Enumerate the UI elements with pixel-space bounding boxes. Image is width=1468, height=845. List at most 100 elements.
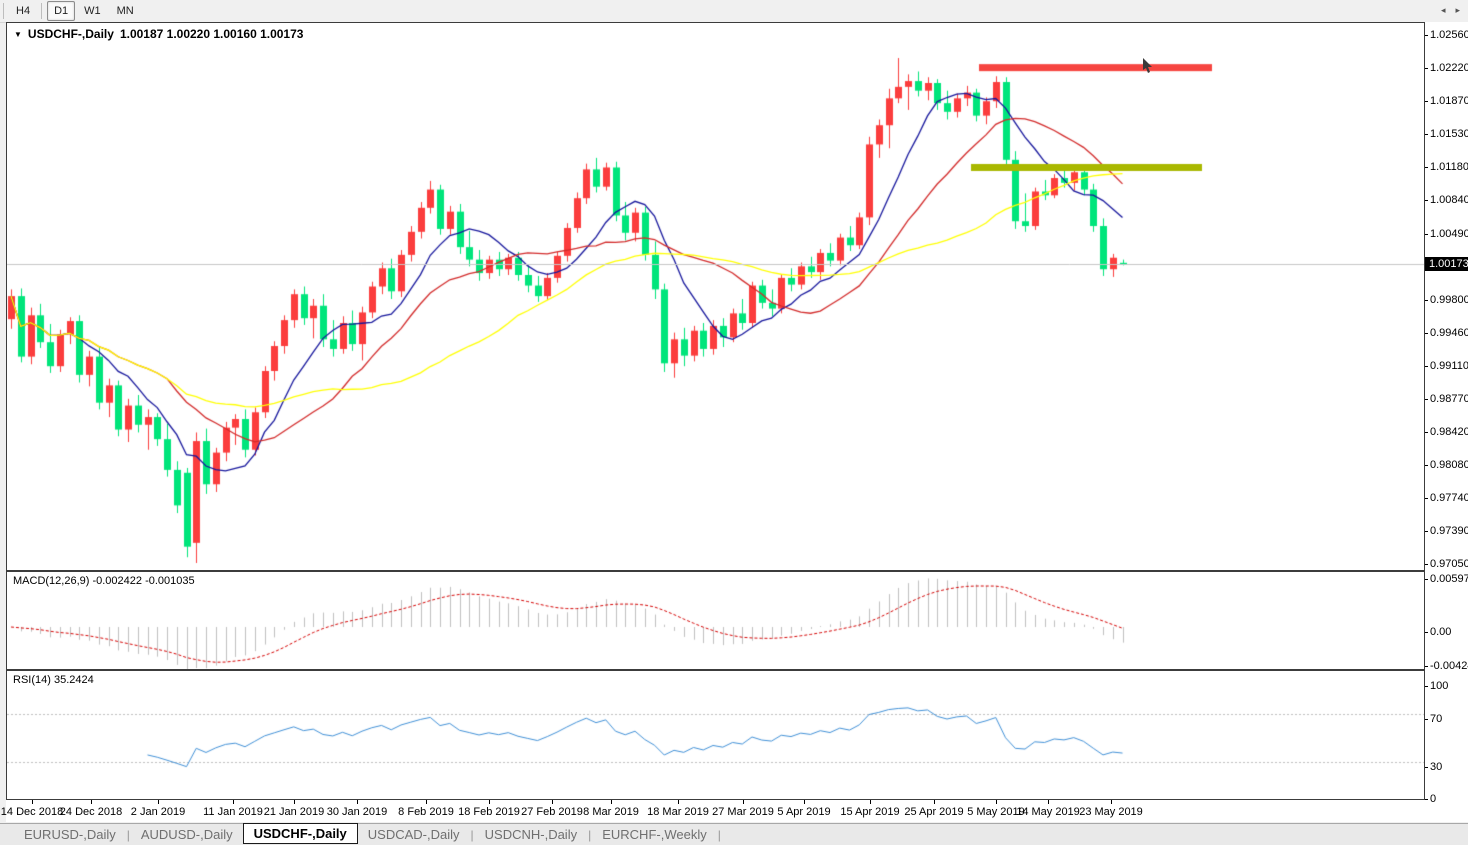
date-tick-mark [678,800,679,804]
price-tick-mark [1425,68,1428,69]
chart-tab-bar: EURUSD-,Daily | AUDUSD-,DailyUSDCHF-,Daily… [0,823,1468,845]
price-tick-label: 0.97050 [1430,558,1468,570]
price-tick-mark [1425,167,1428,168]
date-tick-label: 14 Dec 2018 [1,806,63,818]
price-tick-mark [1425,101,1428,102]
date-tick-mark [32,800,33,804]
price-tick-mark [1425,366,1428,367]
price-tick-mark [1425,564,1428,565]
date-tick-label: 8 Feb 2019 [398,806,454,818]
macd-panel: MACD(12,26,9) -0.002422 -0.001035 [6,571,1425,670]
price-tick-label: 1.02560 [1430,29,1468,41]
macd-tick-mark [1425,579,1428,580]
date-tick-mark [357,800,358,804]
macd-canvas[interactable] [7,572,1424,669]
price-tick-label: 1.00490 [1430,228,1468,240]
price-axis[interactable]: 1.00173 1.025601.022201.018701.015301.01… [1425,22,1468,800]
date-tick-mark [233,800,234,804]
date-tick-mark [294,800,295,804]
date-tick-mark [489,800,490,804]
timeframe-button-d1[interactable]: D1 [47,1,75,21]
price-tick-label: 0.97740 [1430,492,1468,504]
macd-tick-label: 0.00597 [1430,573,1468,585]
date-tick-label: 24 Dec 2018 [60,806,122,818]
collapse-indicator-icon[interactable]: ▼ [14,30,22,39]
tab-audusd-daily[interactable]: AUDUSD-,Daily [131,826,243,843]
price-tick-mark [1425,200,1428,201]
tab-scroll-left-icon[interactable]: ◂ [1441,5,1446,16]
date-tick-label: 14 May 2019 [1016,806,1080,818]
price-tick-mark [1425,432,1428,433]
chart-window: ▼ USDCHF-,Daily 1.00187 1.00220 1.00160 … [6,22,1468,822]
current-price-tag: 1.00173 [1425,257,1468,271]
date-tick-label: 21 Jan 2019 [264,806,325,818]
date-tick-mark [158,800,159,804]
price-chart-panel: ▼ USDCHF-,Daily 1.00187 1.00220 1.00160 … [6,22,1425,571]
rsi-panel: RSI(14) 35.2424 [6,670,1425,800]
tab-scroll-right-icon[interactable]: ▸ [1455,5,1460,16]
timeframe-toolbar: H4 D1W1MN [0,0,1468,23]
ohlc-values: 1.00187 1.00220 1.00160 1.00173 [120,27,304,41]
date-tick-mark [934,800,935,804]
chart-title: ▼ USDCHF-,Daily 1.00187 1.00220 1.00160 … [14,27,303,41]
price-tick-label: 0.99110 [1430,360,1468,372]
toolbar-separator [41,3,42,19]
date-axis[interactable]: 14 Dec 201824 Dec 20182 Jan 201911 Jan 2… [6,800,1425,822]
price-tick-label: 1.01530 [1430,128,1468,140]
price-tick-label: 0.98770 [1430,393,1468,405]
date-tick-mark [870,800,871,804]
tab-eurchf-weekly[interactable]: EURCHF-,Weekly [592,826,717,843]
timeframe-button-w1[interactable]: W1 [77,1,108,21]
timeframe-button-h4[interactable]: H4 [9,1,37,21]
date-tick-label: 27 Feb 2019 [521,806,583,818]
macd-tick-mark [1425,632,1428,633]
tab-usdcnh-daily[interactable]: USDCNH-,Daily [475,826,587,843]
date-tick-label: 23 May 2019 [1079,806,1143,818]
rsi-tick-label: 30 [1430,761,1442,773]
date-tick-label: 15 Apr 2019 [840,806,899,818]
price-tick-mark [1425,234,1428,235]
date-tick-mark [91,800,92,804]
tab-usdchf-daily[interactable]: USDCHF-,Daily [243,823,358,844]
price-tick-mark [1425,399,1428,400]
rsi-tick-label: 0 [1430,793,1436,805]
symbol-timeframe-label: USDCHF-,Daily [28,27,114,41]
rsi-tick-label: 100 [1430,680,1448,692]
rsi-tick-mark [1425,686,1428,687]
date-tick-label: 11 Jan 2019 [203,806,263,818]
date-tick-mark [426,800,427,804]
date-tick-mark [1048,800,1049,804]
date-tick-mark [996,800,997,804]
price-tick-mark [1425,531,1428,532]
date-tick-label: 18 Mar 2019 [647,806,709,818]
price-tick-label: 0.99800 [1430,294,1468,306]
mt4-window: H4 D1W1MN ▼ USDCHF-,Daily 1.00187 1.00220… [0,0,1468,845]
macd-tick-label: 0.00 [1430,626,1451,638]
date-tick-mark [804,800,805,804]
price-tick-mark [1425,300,1428,301]
date-tick-mark [611,800,612,804]
date-tick-label: 27 Mar 2019 [712,806,774,818]
date-tick-label: 25 Apr 2019 [904,806,963,818]
price-chart-canvas[interactable] [7,23,1424,570]
date-tick-label: 8 Mar 2019 [583,806,639,818]
price-tick-label: 1.01180 [1430,161,1468,173]
timeframe-button-mn[interactable]: MN [110,1,141,21]
macd-label: MACD(12,26,9) -0.002422 -0.001035 [13,575,195,587]
date-tick-mark [743,800,744,804]
date-tick-label: 5 Apr 2019 [777,806,830,818]
tab-usdcad-daily[interactable]: USDCAD-,Daily [358,826,470,843]
tab-eurusd-daily[interactable]: EURUSD-,Daily [14,826,126,843]
rsi-canvas[interactable] [7,671,1424,799]
price-tick-mark [1425,35,1428,36]
date-tick-mark [1111,800,1112,804]
date-tick-label: 2 Jan 2019 [131,806,185,818]
toolbar-separator [3,3,4,19]
tab-separator: | [717,828,722,842]
price-tick-mark [1425,465,1428,466]
price-tick-mark [1425,333,1428,334]
price-tick-mark [1425,498,1428,499]
macd-tick-label: -0.004243 [1430,660,1468,672]
tab-scroll-controls: ◂ ▸ [1441,5,1460,16]
date-tick-label: 30 Jan 2019 [327,806,388,818]
